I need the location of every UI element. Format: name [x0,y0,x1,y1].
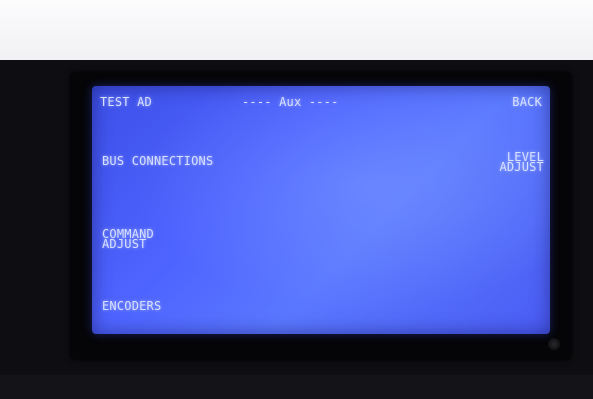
encoders-button[interactable]: ENCODERS [102,300,161,312]
device-base [0,375,593,399]
bus-connections-button[interactable]: BUS CONNECTIONS [102,155,213,167]
command-adjust-button[interactable]: COMMAND ADJUST [102,228,154,251]
device-photo: TEST AD ---- Aux ---- BACK BUS CONNECTIO… [0,0,593,399]
level-adjust-line2: ADJUST [499,160,544,174]
command-adjust-line2: ADJUST [102,237,147,251]
header-title: TEST AD [100,95,152,109]
back-button[interactable]: BACK [512,96,542,108]
lcd-screen: TEST AD ---- Aux ---- BACK BUS CONNECTIO… [92,86,550,334]
background-glare [0,0,593,60]
bezel-screw [548,338,560,350]
level-adjust-button[interactable]: LEVEL ADJUST [499,151,544,174]
screen-backlight [92,86,550,334]
header-aux-label: ---- Aux ---- [242,95,339,109]
